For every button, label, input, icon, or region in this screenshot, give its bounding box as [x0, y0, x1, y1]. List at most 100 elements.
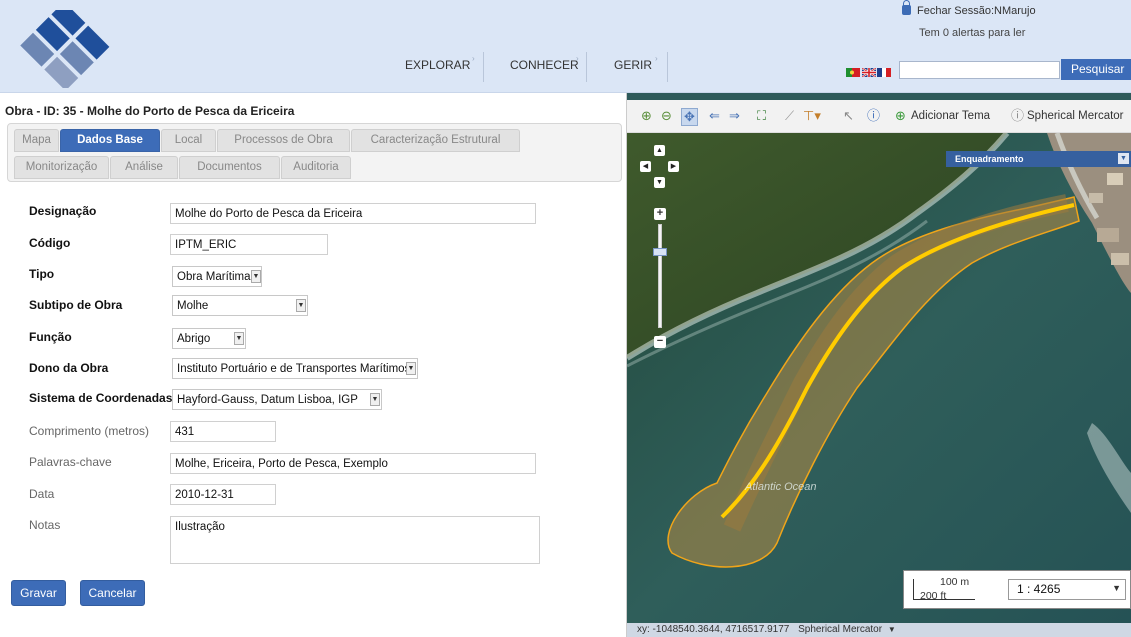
search-button[interactable]: Pesquisar: [1061, 59, 1131, 80]
pan-left-button[interactable]: ◀: [640, 161, 651, 172]
palavras-chave-label: Palavras-chave: [29, 455, 112, 469]
app-header: EXPLORAR › CONHECER › GERIR › Fechar Ses…: [0, 0, 1131, 93]
designacao-field[interactable]: Molhe do Porto de Pesca da Ericeira: [170, 203, 536, 224]
history-forward-icon[interactable]: ⇒: [729, 108, 740, 124]
subtipo-label: Subtipo de Obra: [29, 298, 123, 312]
select-pointer-icon[interactable]: ↖: [843, 108, 854, 124]
zoom-slider-handle[interactable]: [653, 248, 667, 256]
search-input[interactable]: [899, 61, 1060, 79]
nav-separator-mark: ›: [576, 54, 579, 63]
ocean-label: Atlantic Ocean: [744, 481, 817, 493]
map-toolbar: ⊕ ⊖ ✥ ⇐ ⇒ ⛶ ⟋ ⊤▾ ↖ ⓘ ⊕ Adicionar Tema ⓘ …: [627, 100, 1131, 133]
scale-metric-label: 100 m: [940, 576, 970, 588]
tab-bar: Mapa Dados Base Local Processos de Obra …: [7, 123, 622, 182]
chevron-down-icon: ▼: [406, 362, 416, 375]
codigo-field[interactable]: IPTM_ERIC: [170, 234, 328, 255]
coordinates-projection-selector[interactable]: Spherical Mercator ▼: [798, 624, 896, 635]
dono-select[interactable]: Instituto Portuário e de Transportes Mar…: [172, 358, 418, 379]
lock-icon: [902, 0, 911, 15]
nav-separator-mark: ›: [472, 54, 475, 63]
coordinates-bar: xy: -1048540.3644, 4716517.9177 Spherica…: [627, 623, 1131, 637]
data-field[interactable]: 2010-12-31: [170, 484, 276, 505]
comprimento-label: Comprimento (metros): [29, 424, 150, 438]
alerts-text[interactable]: Tem 0 alertas para ler: [919, 27, 1025, 39]
zoom-in-tool-icon[interactable]: ⊕: [641, 108, 652, 124]
tab-processos-de-obra[interactable]: Processos de Obra: [217, 129, 350, 152]
designacao-label: Designação: [29, 204, 97, 218]
tab-monitorizacao[interactable]: Monitorização: [14, 156, 109, 179]
zoom-extent-icon[interactable]: ⛶: [757, 108, 766, 124]
cancel-button[interactable]: Cancelar: [80, 580, 145, 606]
info-icon[interactable]: ⓘ: [867, 108, 880, 124]
layer-selector[interactable]: Enquadramento ▼: [946, 151, 1131, 167]
nav-divider: [483, 52, 484, 82]
map-canvas[interactable]: Atlantic Ocean: [627, 133, 1131, 623]
scale-bar: 100 m 200 ft: [913, 576, 975, 602]
chevron-down-icon: ▼: [887, 625, 896, 634]
scale-box: 100 m 200 ft 1 : 4265 ▼: [903, 570, 1131, 609]
subtipo-select[interactable]: Molhe ▼: [172, 295, 308, 316]
subtipo-select-value: Molhe: [177, 300, 209, 312]
page-title: Obra - ID: 35 - Molhe do Porto de Pesca …: [5, 104, 295, 118]
projection-selector[interactable]: Spherical Mercator: [1027, 108, 1124, 124]
nav-separator-mark: ›: [655, 54, 658, 63]
tab-auditoria[interactable]: Auditoria: [281, 156, 351, 179]
coordinates-projection-label: Spherical Mercator: [798, 624, 883, 635]
funcao-select[interactable]: Abrigo ▼: [172, 328, 246, 349]
add-theme-button[interactable]: Adicionar Tema: [911, 108, 990, 124]
sistema-select-value: Hayford-Gauss, Datum Lisboa, IGP: [177, 394, 358, 406]
notas-label: Notas: [29, 518, 61, 532]
notas-textarea[interactable]: Ilustração: [170, 516, 540, 564]
projection-icon: ⓘ: [1011, 108, 1025, 123]
tab-mapa[interactable]: Mapa: [14, 129, 59, 152]
comprimento-field[interactable]: 431: [170, 421, 276, 442]
history-back-icon[interactable]: ⇐: [709, 108, 720, 124]
tipo-select[interactable]: Obra Marítima ▼: [172, 266, 262, 287]
sistema-select[interactable]: Hayford-Gauss, Datum Lisboa, IGP ▼: [172, 389, 382, 410]
scale-imperial-label: 200 ft: [920, 590, 947, 602]
tab-documentos[interactable]: Documentos: [179, 156, 280, 179]
nav-divider: [586, 52, 587, 82]
france-flag-icon[interactable]: [877, 66, 891, 77]
measure-area-icon[interactable]: ⊤▾: [803, 108, 821, 124]
nav-explorar[interactable]: EXPLORAR: [405, 58, 470, 72]
chevron-down-icon: ▼: [296, 299, 306, 312]
funcao-select-value: Abrigo: [177, 333, 211, 345]
zoom-out-tool-icon[interactable]: ⊖: [661, 108, 672, 124]
pan-down-button[interactable]: ▼: [654, 177, 665, 188]
add-theme-icon[interactable]: ⊕: [895, 108, 906, 124]
save-button[interactable]: Gravar: [11, 580, 66, 606]
data-label: Data: [29, 487, 55, 501]
pan-right-button[interactable]: ▶: [668, 161, 679, 172]
codigo-label: Código: [29, 236, 71, 250]
logout-label: Fechar Sessão:NMarujo: [917, 5, 1036, 17]
tab-caracterizacao-estrutural[interactable]: Caracterização Estrutural: [351, 129, 520, 152]
funcao-label: Função: [29, 330, 72, 344]
zoom-slider-track[interactable]: [658, 224, 662, 328]
nav-conhecer[interactable]: CONHECER: [510, 58, 579, 72]
map-panel: ⊕ ⊖ ✥ ⇐ ⇒ ⛶ ⟋ ⊤▾ ↖ ⓘ ⊕ Adicionar Tema ⓘ …: [627, 93, 1131, 637]
measure-icon[interactable]: ⟋: [785, 108, 794, 124]
chevron-down-icon: ▼: [234, 332, 244, 345]
scale-select[interactable]: 1 : 4265 ▼: [1008, 579, 1126, 600]
chevron-down-icon: ▼: [1118, 153, 1129, 164]
tab-local[interactable]: Local: [161, 129, 216, 152]
tab-dados-base[interactable]: Dados Base: [60, 129, 160, 152]
tipo-label: Tipo: [29, 267, 55, 281]
portugal-flag-icon[interactable]: [846, 66, 860, 77]
zoom-out-button[interactable]: −: [654, 336, 666, 348]
zoom-in-button[interactable]: +: [654, 208, 666, 220]
pan-tool-icon[interactable]: ✥: [681, 108, 698, 126]
tab-analise[interactable]: Análise: [110, 156, 178, 179]
dono-label: Dono da Obra: [29, 361, 109, 375]
pan-up-button[interactable]: ▲: [654, 145, 665, 156]
uk-flag-icon[interactable]: [861, 66, 877, 78]
nav-gerir[interactable]: GERIR: [614, 58, 652, 72]
layer-selector-label: Enquadramento: [955, 154, 1024, 164]
palavras-chave-field[interactable]: Molhe, Ericeira, Porto de Pesca, Exemplo: [170, 453, 536, 474]
scale-select-value: 1 : 4265: [1017, 582, 1061, 596]
chevron-down-icon: ▼: [370, 393, 380, 406]
coordinates-readout: xy: -1048540.3644, 4716517.9177: [637, 624, 790, 635]
logout-link[interactable]: Fechar Sessão:NMarujo: [902, 0, 1036, 17]
pan-controls: ▲ ◀ ▶ ▼: [640, 145, 680, 190]
